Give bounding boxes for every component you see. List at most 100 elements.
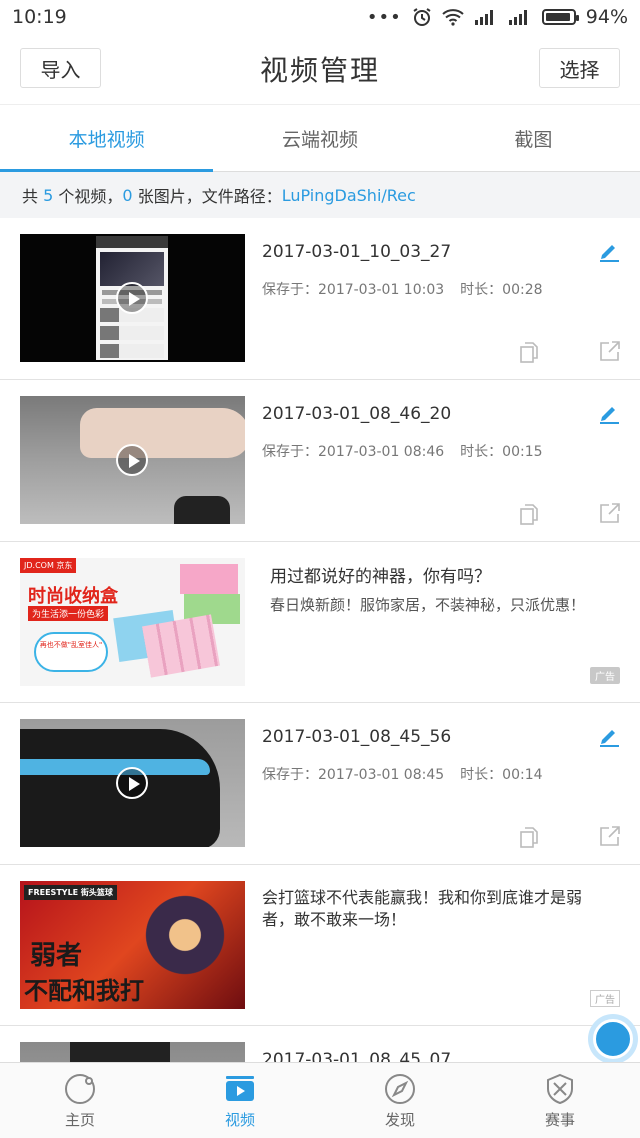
compass-icon xyxy=(385,1073,415,1104)
storage-info: 共 5 个视频， 0 张图片，文件路径： LuPingDaShi/Rec xyxy=(0,172,640,218)
status-icons: ••• 94% xyxy=(367,6,628,28)
battery-icon xyxy=(541,9,579,25)
edit-pen-icon[interactable] xyxy=(598,240,620,262)
alarm-icon xyxy=(413,8,431,26)
nav-video[interactable]: 视频 xyxy=(160,1063,320,1138)
nav-discover-label: 发现 xyxy=(384,1110,415,1129)
share-icon[interactable] xyxy=(598,339,622,363)
ad-thumb-character xyxy=(130,891,240,1001)
saved-time: 2017-03-01 08:46 xyxy=(318,444,445,460)
play-icon[interactable] xyxy=(116,282,148,314)
ad-description: 春日焕新颜！服饰家居，不装神秘，只派优惠！ xyxy=(270,596,586,614)
saved-label: 保存于： xyxy=(262,767,318,783)
status-bar: 10:19 ••• 94% xyxy=(0,0,640,34)
copy-icon[interactable] xyxy=(518,503,540,525)
nav-discover[interactable]: 发现 xyxy=(320,1063,480,1138)
info-mid2: 张图片，文件路径： xyxy=(137,187,282,206)
image-count: 0 xyxy=(122,185,133,205)
nav-events[interactable]: 赛事 xyxy=(480,1063,640,1138)
video-item[interactable]: 2017-03-01_08_45_07 xyxy=(0,1026,640,1062)
home-icon xyxy=(65,1073,95,1104)
wifi-icon xyxy=(442,9,464,26)
saved-label: 保存于： xyxy=(262,444,318,460)
video-thumbnail[interactable] xyxy=(20,396,245,524)
play-icon[interactable] xyxy=(116,767,148,799)
video-meta: 保存于：2017-03-01 10:03 时长：00:28 xyxy=(262,279,543,299)
duration-value: 00:28 xyxy=(502,282,543,298)
ad-thumb-box-grid xyxy=(142,614,220,678)
ad-thumb-title: 时尚收纳盒 xyxy=(28,586,118,607)
header: 导入 视频管理 选择 xyxy=(0,34,640,104)
video-item[interactable]: 2017-03-01_10_03_27 保存于：2017-03-01 10:03… xyxy=(0,218,640,380)
ad-thumbnail[interactable]: JD.COM 京东 时尚收纳盒 为生活添一份色彩 再也不做"乱室佳人" xyxy=(20,558,245,686)
video-meta: 保存于：2017-03-01 08:46 时长：00:15 xyxy=(262,441,543,461)
saved-time: 2017-03-01 10:03 xyxy=(318,282,445,298)
video-name: 2017-03-01_08_45_56 xyxy=(262,727,452,747)
select-button[interactable]: 选择 xyxy=(539,48,620,88)
saved-time: 2017-03-01 08:45 xyxy=(318,767,445,783)
duration-label: 时长： xyxy=(460,767,503,783)
copy-icon[interactable] xyxy=(518,826,540,848)
video-thumbnail[interactable] xyxy=(20,234,245,362)
ad-thumb-line1: 弱者 xyxy=(30,941,83,971)
ad-thumb-subtitle: 为生活添一份色彩 xyxy=(28,606,109,621)
tab-cloud-videos[interactable]: 云端视频 xyxy=(213,105,426,171)
page-title: 视频管理 xyxy=(259,54,380,87)
duration-label: 时长： xyxy=(460,444,503,460)
ad-badge: 广告 xyxy=(590,990,620,1007)
video-count: 5 xyxy=(43,185,54,205)
ad-thumb-bubble: 再也不做"乱室佳人" xyxy=(34,632,108,672)
ad-thumb-box-pink xyxy=(180,564,238,594)
import-button[interactable]: 导入 xyxy=(20,48,101,88)
video-item[interactable]: 2017-03-01_08_45_56 保存于：2017-03-01 08:45… xyxy=(0,703,640,865)
ad-brand-logo: JD.COM 京东 xyxy=(20,558,77,573)
ad-title: 用过都说好的神器，你有吗？ xyxy=(270,567,491,587)
nav-events-label: 赛事 xyxy=(544,1110,575,1129)
thumbnail-hand xyxy=(80,408,245,458)
duration-value: 00:14 xyxy=(502,767,543,783)
tab-bar: 本地视频 云端视频 截图 xyxy=(0,104,640,172)
play-icon[interactable] xyxy=(116,444,148,476)
nav-video-label: 视频 xyxy=(224,1110,255,1129)
edit-pen-icon[interactable] xyxy=(598,402,620,424)
video-icon xyxy=(226,1075,254,1101)
record-icon xyxy=(593,1019,633,1059)
info-mid1: 个视频， xyxy=(58,187,123,206)
copy-icon[interactable] xyxy=(518,341,540,363)
battery-percent: 94% xyxy=(585,6,628,28)
edit-pen-icon[interactable] xyxy=(598,725,620,747)
nav-home[interactable]: 主页 xyxy=(0,1063,160,1138)
video-item[interactable]: 2017-03-01_08_46_20 保存于：2017-03-01 08:46… xyxy=(0,380,640,542)
more-notifications-icon: ••• xyxy=(366,6,402,28)
video-name: 2017-03-01_10_03_27 xyxy=(262,242,452,262)
video-thumbnail[interactable] xyxy=(20,719,245,847)
file-path[interactable]: LuPingDaShi/Rec xyxy=(282,186,416,205)
ad-thumb-line2: 不配和我打 xyxy=(24,977,144,1005)
share-icon[interactable] xyxy=(598,824,622,848)
status-time: 10:19 xyxy=(12,6,67,28)
info-prefix: 共 xyxy=(22,187,39,206)
video-list[interactable]: 2017-03-01_10_03_27 保存于：2017-03-01 10:03… xyxy=(0,218,640,1062)
bottom-navigation: 主页 视频 发现 赛事 xyxy=(0,1062,640,1138)
ad-thumbnail[interactable]: FREESTYLE 街头篮球 弱者 不配和我打 xyxy=(20,881,245,1009)
ad-thumb-logo: FREESTYLE 街头篮球 xyxy=(24,885,117,900)
signal-icon-2 xyxy=(508,10,527,25)
ad-item[interactable]: JD.COM 京东 时尚收纳盒 为生活添一份色彩 再也不做"乱室佳人" 用过都说… xyxy=(0,542,640,703)
thumbnail-object xyxy=(174,496,230,524)
ad-item[interactable]: FREESTYLE 街头篮球 弱者 不配和我打 会打篮球不代表能赢我！我和你到底… xyxy=(0,865,640,1026)
video-name: 2017-03-01_08_46_20 xyxy=(262,404,452,424)
floating-record-button[interactable] xyxy=(588,1014,638,1064)
thumbnail-blue-band xyxy=(20,759,210,775)
video-thumbnail[interactable] xyxy=(20,1042,245,1062)
tab-local-videos[interactable]: 本地视频 xyxy=(0,105,214,172)
ad-text: 会打篮球不代表能赢我！我和你到底谁才是弱者，敢不敢来一场！ xyxy=(262,888,583,929)
duration-label: 时长： xyxy=(460,282,503,298)
video-meta: 保存于：2017-03-01 08:45 时长：00:14 xyxy=(262,764,543,784)
signal-icon xyxy=(474,10,493,25)
share-icon[interactable] xyxy=(598,501,622,525)
nav-home-label: 主页 xyxy=(64,1110,95,1129)
thumbnail-object xyxy=(70,1042,170,1062)
video-name: 2017-03-01_08_45_07 xyxy=(262,1050,452,1062)
saved-label: 保存于： xyxy=(262,282,318,298)
tab-screenshots[interactable]: 截图 xyxy=(427,105,640,171)
